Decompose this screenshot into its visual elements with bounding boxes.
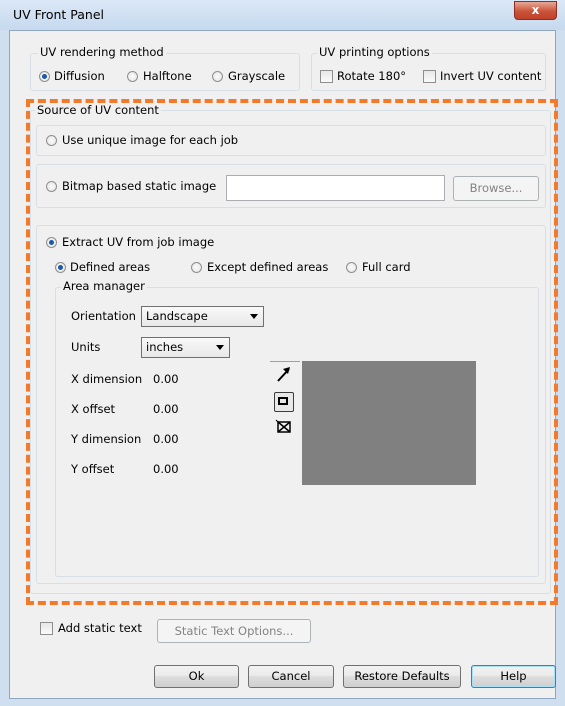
rendering-method-legend: UV rendering method — [38, 45, 166, 59]
printing-options-legend: UV printing options — [317, 45, 432, 59]
grayscale-label[interactable]: Grayscale — [228, 69, 285, 83]
source-legend: Source of UV content — [35, 103, 161, 117]
add-static-text-checkbox[interactable] — [40, 622, 53, 635]
diffusion-radio[interactable] — [39, 71, 50, 82]
restore-defaults-button[interactable]: Restore Defaults — [343, 665, 461, 688]
halftone-label[interactable]: Halftone — [143, 69, 192, 83]
cancel-button[interactable]: Cancel — [248, 665, 334, 688]
grayscale-radio[interactable] — [212, 71, 223, 82]
rotate-label[interactable]: Rotate 180° — [337, 69, 406, 83]
add-static-text-label[interactable]: Add static text — [58, 621, 142, 635]
rotate-checkbox[interactable] — [320, 70, 333, 83]
close-icon: x — [531, 3, 540, 17]
highlight-box — [26, 99, 558, 605]
invert-label[interactable]: Invert UV content — [440, 69, 541, 83]
window-title: UV Front Panel — [13, 7, 104, 22]
help-button[interactable]: Help — [471, 665, 556, 688]
diffusion-label[interactable]: Diffusion — [54, 69, 105, 83]
close-button[interactable]: x — [514, 1, 557, 20]
invert-checkbox[interactable] — [423, 70, 436, 83]
halftone-radio[interactable] — [127, 71, 138, 82]
ok-button[interactable]: Ok — [154, 665, 239, 688]
static-text-options-button[interactable]: Static Text Options... — [157, 619, 311, 643]
